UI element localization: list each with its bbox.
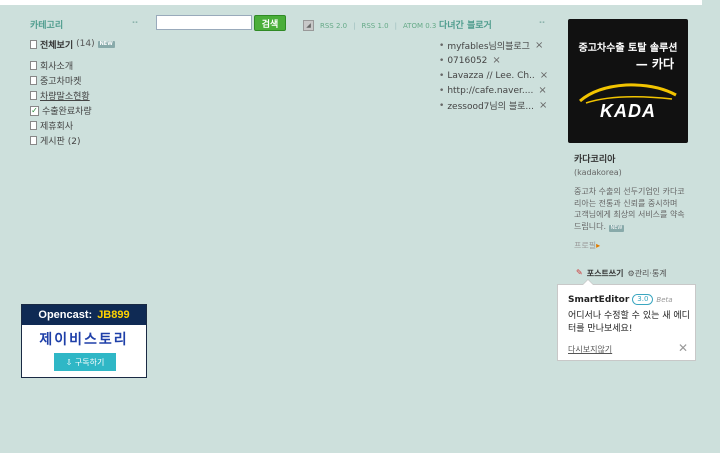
checked-icon: ✓: [30, 105, 39, 116]
rss-link[interactable]: ATOM 0.3: [403, 22, 436, 30]
remove-icon[interactable]: ×: [539, 100, 547, 111]
category-title-label: 카테고리: [30, 21, 64, 31]
document-icon: [30, 39, 37, 49]
write-post-link[interactable]: 포스트쓰기: [587, 268, 624, 279]
neighbor-link[interactable]: zessood7님의 블로...: [447, 99, 534, 112]
rss-icon[interactable]: ◢: [303, 20, 314, 31]
manage-label[interactable]: 관리·통계: [635, 269, 667, 278]
search-button[interactable]: 검색: [254, 15, 286, 31]
opencast-header: Opencast: JB899: [22, 305, 146, 325]
rss-links: ◢ RSS 2.0 | RSS 1.0 | ATOM 0.3: [303, 20, 436, 31]
category-item-label[interactable]: 게시판 (2): [40, 134, 80, 147]
opencast-code: JB899: [97, 309, 130, 321]
neighbor-item: • myfables님의블로그 ×: [439, 38, 545, 53]
logo-line2: — 카다: [635, 57, 674, 71]
category-item[interactable]: 회사소개: [30, 58, 138, 73]
bullet-icon: •: [439, 40, 445, 51]
category-item-label[interactable]: 중고차마켓: [40, 74, 81, 87]
neighbor-item: • zessood7님의 블로... ×: [439, 98, 547, 113]
category-all-count: (14): [76, 39, 95, 49]
subscribe-button[interactable]: ⇩ 구독하기: [54, 353, 116, 371]
category-item-label[interactable]: 수출완료차량: [42, 104, 92, 117]
logo-line1: 중고차수출 토탈 솔루션: [578, 43, 678, 54]
profile-id: (kadakorea): [574, 168, 622, 177]
neighbor-link[interactable]: 0716052: [447, 56, 487, 66]
category-item-label[interactable]: 차량말소현황: [40, 89, 90, 102]
opencast-widget: Opencast: JB899 제이비스토리 ⇩ 구독하기: [21, 304, 147, 378]
new-badge: NEW: [608, 224, 625, 232]
remove-icon[interactable]: ×: [535, 40, 543, 51]
rss-link[interactable]: RSS 1.0: [361, 22, 388, 30]
rss-link[interactable]: RSS 2.0: [320, 22, 347, 30]
document-icon: [30, 61, 37, 70]
bullet-icon: •: [439, 85, 445, 96]
document-icon: [30, 121, 37, 130]
category-title: 카테고리 ‥: [30, 16, 138, 31]
separator: |: [353, 21, 356, 30]
smarteditor-version: 3.0: [632, 294, 654, 305]
opencast-brand: Opencast:: [38, 309, 93, 321]
category-panel: 카테고리 ‥ 전체보기 (14) NEW 회사소개중고차마켓차량말소현황 ✓ 수출완…: [30, 16, 138, 148]
download-icon: ⇩: [65, 357, 75, 367]
subscribe-label[interactable]: 구독하기: [75, 358, 104, 367]
smarteditor-beta: Beta: [656, 295, 673, 304]
profile-logo[interactable]: 중고차수출 토탈 솔루션 — 카다 KADA: [568, 19, 688, 143]
neighbor-title-label: 다녀간 블로거: [439, 21, 492, 31]
separator: |: [394, 21, 397, 30]
neighbor-item: • http://cafe.naver.... ×: [439, 83, 547, 98]
category-item[interactable]: ✓ 수출완료차량: [30, 103, 138, 118]
dont-show-again-link[interactable]: 다시보지않기: [568, 344, 612, 355]
profile-info: 카다코리아 (kadakorea) 중고차 수출의 선두기업인 카다코리아는 전…: [574, 152, 686, 251]
smarteditor-message: 어디서나 수정할 수 있는 새 에디터를 만나보세요!: [568, 311, 690, 334]
smarteditor-header: SmartEditor 3.0 Beta: [568, 294, 673, 305]
opencast-title: 제이비스토리: [39, 332, 129, 348]
collapse-dots-icon[interactable]: ‥: [132, 16, 138, 26]
document-icon: [30, 136, 37, 145]
category-item[interactable]: 차량말소현황: [30, 88, 138, 103]
category-all[interactable]: 전체보기 (14) NEW: [30, 38, 138, 51]
search-input[interactable]: [156, 15, 252, 30]
category-item[interactable]: 게시판 (2): [30, 133, 138, 148]
neighbor-link[interactable]: Lavazza // Lee. Ch..: [447, 71, 534, 81]
document-icon: [30, 91, 37, 100]
smarteditor-name: SmartEditor: [568, 294, 630, 305]
close-icon[interactable]: ✕: [678, 341, 688, 355]
bullet-icon: •: [439, 100, 445, 111]
category-all-label[interactable]: 전체보기: [40, 38, 73, 51]
neighbor-item: • 0716052 ×: [439, 53, 545, 68]
neighbor-link[interactable]: myfables님의블로그: [447, 39, 530, 52]
category-item[interactable]: 중고차마켓: [30, 73, 138, 88]
remove-icon[interactable]: ×: [540, 70, 548, 81]
profile-description: 중고차 수출의 선두기업인 카다코리아는 전통과 신뢰를 중시하며 고객님에게 …: [574, 186, 686, 232]
arrow-right-icon: ▸: [596, 241, 601, 250]
gear-icon: ⚙: [627, 269, 635, 278]
neighbor-panel: 다녀간 블로거 ‥ • myfables님의블로그 × • 0716052 × • Lavaz…: [439, 16, 548, 113]
category-item-label[interactable]: 회사소개: [40, 59, 73, 72]
new-badge: NEW: [97, 40, 115, 48]
neighbor-list: • myfables님의블로그 × • 0716052 × • Lavazza // Lee.…: [439, 38, 548, 113]
top-strip: [0, 0, 720, 5]
category-item-label[interactable]: 제휴회사: [40, 119, 73, 132]
bullet-icon: •: [439, 55, 445, 66]
collapse-dots-icon[interactable]: ‥: [539, 16, 545, 26]
neighbor-item: • Lavazza // Lee. Ch.. ×: [439, 68, 548, 83]
neighbor-link[interactable]: http://cafe.naver....: [447, 86, 533, 96]
profile-link-label[interactable]: 프로필: [574, 241, 596, 250]
pencil-icon: ✎: [576, 268, 583, 277]
profile-name: 카다코리아: [574, 155, 616, 165]
document-icon: [30, 76, 37, 85]
post-actions: ✎ 포스트쓰기 ⚙관리·통계: [576, 268, 667, 279]
profile-link[interactable]: 프로필▸: [574, 240, 686, 251]
category-list: 회사소개 중고차마켓 차량말소현황 ✓ 수출완료차량 제휴회사 게시판 (2): [30, 58, 138, 148]
remove-icon[interactable]: ×: [538, 85, 546, 96]
bullet-icon: •: [439, 70, 445, 81]
search-bar: 검색: [156, 15, 286, 31]
category-item[interactable]: 제휴회사: [30, 118, 138, 133]
neighbor-title: 다녀간 블로거 ‥: [439, 16, 545, 31]
smarteditor-popup: SmartEditor 3.0 Beta 어디서나 수정할 수 있는 새 에디터…: [557, 279, 696, 361]
profile-description-text: 중고차 수출의 선두기업인 카다코리아는 전통과 신뢰를 중시하며 고객님에게 …: [574, 187, 685, 231]
remove-icon[interactable]: ×: [492, 55, 500, 66]
manage-link[interactable]: ⚙관리·통계: [628, 268, 667, 279]
logo-brand: KADA: [600, 101, 656, 121]
